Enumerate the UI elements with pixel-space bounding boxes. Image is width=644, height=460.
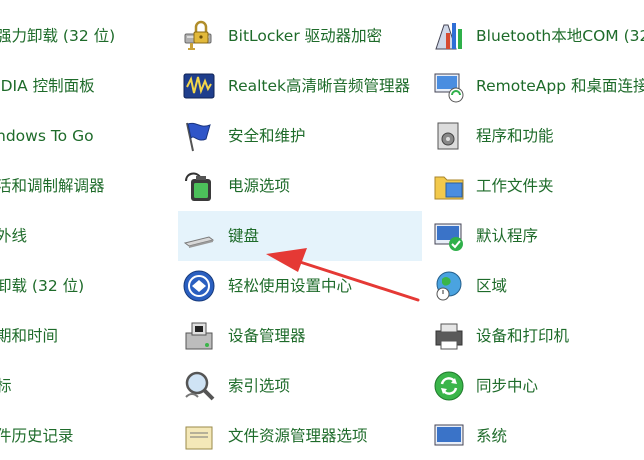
annotation-arrow (266, 248, 420, 302)
